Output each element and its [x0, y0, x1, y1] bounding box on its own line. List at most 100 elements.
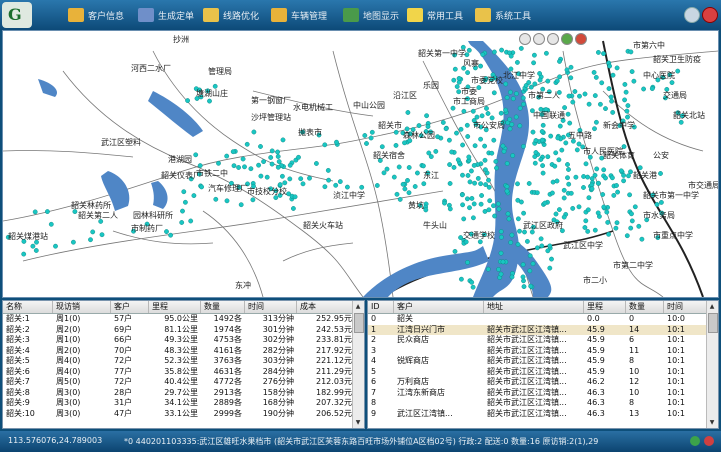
customer-marker	[420, 163, 426, 169]
table-row[interactable]: 4 锐辉商店 韶关市武江区江湾镇... 45.9 8 10:1	[368, 356, 718, 367]
toolbar-button-7[interactable]: 系统工具	[475, 6, 531, 24]
table-row[interactable]: 韶关:4 周2(0) 70户 48.3公里 4161各 282分钟 217.92元	[3, 346, 364, 357]
table-row[interactable]: 韶关:6 周4(0) 77户 35.8公里 4631各 284分钟 211.29元	[3, 367, 364, 378]
table-row[interactable]: 韶关:5 周4(0) 72户 52.3公里 3763各 303分钟 221.12元	[3, 356, 364, 367]
customer-marker	[636, 223, 642, 229]
map-view[interactable]: 抄洲 河西二水厂 管理局 塘湖山庄 第一钢窗厂 水电机械工 沙坪管理站 抛表市 武江区塑料 港湖园…	[2, 30, 719, 298]
table-row[interactable]: 韶关:8 周3(0) 28户 29.7公里 2913各 158分钟 182.99元	[3, 388, 364, 399]
table-row[interactable]: 2 民众商店 韶关市武江区江湾镇... 45.9 6 10:1	[368, 335, 718, 346]
customer-marker	[282, 180, 288, 186]
table-row[interactable]: 1 江湾日兴门市 韶关市武江区江湾镇... 45.9 14 10:1	[368, 324, 718, 335]
customer-marker	[629, 211, 634, 217]
column-header[interactable]: 时间	[664, 301, 708, 313]
column-header[interactable]: 客户	[394, 301, 484, 313]
customer-marker	[216, 160, 221, 166]
scroll-thumb[interactable]	[708, 313, 718, 333]
zoom-out-icon[interactable]	[533, 33, 545, 45]
table-row[interactable]: 0 韶关 0.0 0 10:0	[368, 314, 718, 325]
column-header[interactable]: 里程	[149, 301, 201, 313]
scroll-thumb[interactable]	[354, 313, 364, 333]
customer-marker	[487, 198, 493, 204]
column-header[interactable]: 数量	[626, 301, 664, 313]
table-cell: 周2(0)	[56, 345, 81, 355]
customer-marker	[532, 154, 538, 160]
close-icon[interactable]	[702, 7, 718, 23]
refresh-icon[interactable]	[561, 33, 573, 45]
customer-marker	[654, 202, 660, 207]
customer-marker	[344, 184, 350, 190]
customer-marker	[515, 59, 520, 65]
table-cell: 10:1	[667, 356, 685, 365]
table-cell: 4631各	[213, 366, 242, 376]
customer-marker	[600, 192, 606, 197]
scroll-down-icon[interactable]: ▼	[354, 418, 362, 427]
zoom-in-icon[interactable]	[519, 33, 531, 45]
customer-marker	[230, 149, 236, 155]
pan-icon[interactable]	[547, 33, 559, 45]
customer-marker	[522, 229, 527, 235]
table-cell: 江湾日兴门市	[397, 324, 445, 334]
customer-marker	[290, 206, 296, 211]
map-road	[3, 150, 134, 158]
table-row[interactable]: 韶关:10 周3(0) 47户 33.1公里 2999各 190分钟 206.52元	[3, 409, 364, 420]
customer-marker	[460, 202, 465, 208]
column-header[interactable]: 名称	[3, 301, 53, 313]
table-row[interactable]: 韶关:3 周1(0) 66户 49.3公里 4753各 302分钟 233.81元	[3, 335, 364, 346]
customer-table-scrollbar[interactable]: ▲ ▼	[706, 301, 718, 428]
customer-marker	[507, 89, 513, 95]
table-row[interactable]: 8 韶关市武江区江湾镇... 46.3 8 10:1	[368, 398, 718, 409]
toolbar-button-1[interactable]: 客户信息	[68, 6, 124, 24]
table-row[interactable]: 3 韶关市武江区江湾镇... 45.9 11 10:1	[368, 346, 718, 357]
table-row[interactable]: 韶关:9 周3(0) 31户 34.1公里 2889各 168分钟 207.32元	[3, 398, 364, 409]
column-header[interactable]: ID	[368, 301, 394, 313]
customer-marker	[539, 137, 545, 143]
table-cell: 韶关:4	[6, 345, 30, 355]
table-row[interactable]: 9 武江区江湾镇... 韶关市武江区江湾镇... 46.3 13 10:1	[368, 409, 718, 420]
map-canvas[interactable]	[3, 31, 718, 297]
column-header[interactable]: 成本	[297, 301, 355, 313]
table-cell: 10:1	[667, 324, 685, 334]
customer-table: ID 客户 地址 里程 数量 时间 0 韶关 0.0 0 10:0 1 江湾日兴门市 韶关市武江区江湾镇…	[367, 300, 719, 429]
table-row[interactable]: 韶关:2 周2(0) 69户 81.1公里 1974各 301分钟 242.53元	[3, 325, 364, 336]
scroll-up-icon[interactable]: ▲	[354, 302, 362, 311]
column-header[interactable]: 里程	[584, 301, 626, 313]
scroll-down-icon[interactable]: ▼	[708, 418, 716, 427]
table-row[interactable]: 7 江湾东新商店 韶关市武江区江湾镇... 46.3 10 10:1	[368, 388, 718, 399]
note-icon	[407, 8, 423, 22]
toolbar-button-3[interactable]: 线路优化	[203, 6, 259, 24]
customer-marker	[447, 206, 453, 212]
toolbar-button-2[interactable]: 生成定单	[138, 6, 194, 24]
table-cell: 周1(0)	[56, 335, 81, 344]
minimize-icon[interactable]	[684, 7, 700, 23]
table-cell: 周5(0)	[56, 377, 81, 386]
customer-marker	[456, 76, 462, 81]
table-cell	[394, 367, 484, 378]
customer-marker	[482, 157, 488, 163]
scroll-up-icon[interactable]: ▲	[708, 302, 716, 311]
customer-marker	[447, 181, 453, 186]
route-table-scrollbar[interactable]: ▲ ▼	[352, 301, 364, 428]
customer-marker	[494, 165, 499, 171]
map-road	[282, 242, 354, 262]
customer-table-header: ID 客户 地址 里程 数量 时间	[368, 301, 718, 314]
customer-marker	[334, 139, 339, 145]
customer-marker	[625, 103, 631, 109]
toolbar-button-6[interactable]: 常用工具	[407, 6, 463, 24]
toolbar-button-5[interactable]: 地图显示	[343, 6, 399, 24]
table-row[interactable]: 5 韶关市武江区江湾镇... 45.9 10 10:1	[368, 367, 718, 378]
column-header[interactable]: 客户	[111, 301, 149, 313]
customer-marker	[632, 204, 638, 210]
toolbar-button-4[interactable]: 车辆管理	[271, 6, 327, 24]
table-row[interactable]: 6 万利商店 韶关市武江区江湾镇... 46.2 12 10:1	[368, 377, 718, 388]
column-header[interactable]: 地址	[484, 301, 584, 313]
table-row[interactable]: 韶关:1 周1(0) 57户 95.0公里 1492各 313分钟 252.95元	[3, 314, 364, 325]
customer-marker	[414, 170, 420, 176]
column-header[interactable]: 现访销	[53, 301, 111, 313]
column-header[interactable]: 时间	[245, 301, 297, 313]
customer-marker	[675, 68, 681, 74]
gear-folder-icon	[475, 8, 491, 22]
column-header[interactable]: 数量	[201, 301, 245, 313]
layer-icon[interactable]	[575, 33, 587, 45]
customer-marker	[593, 75, 599, 80]
table-row[interactable]: 韶关:7 周5(0) 72户 40.4公里 4772各 276分钟 212.03元	[3, 377, 364, 388]
